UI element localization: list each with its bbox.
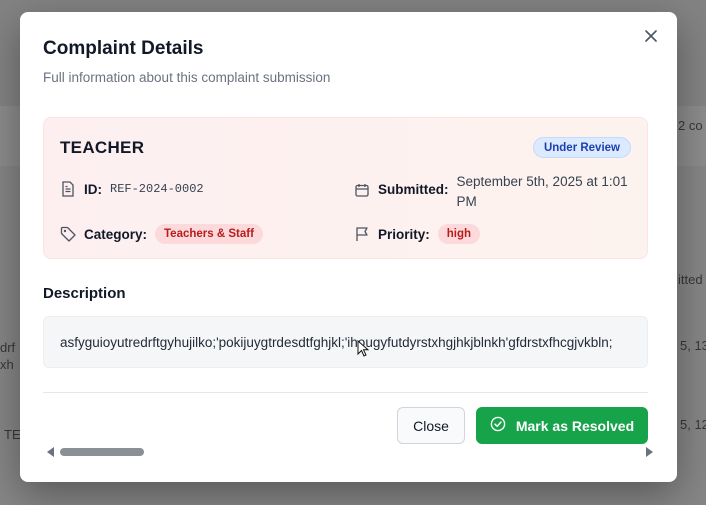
scroll-left-icon[interactable] [47,447,54,457]
mouse-cursor-icon [357,339,370,363]
scroll-right-icon[interactable] [646,447,653,457]
horizontal-scrollbar[interactable] [43,445,653,459]
category-chip: Teachers & Staff [155,224,263,244]
close-button[interactable]: Close [397,407,465,444]
document-icon [60,181,76,197]
flag-icon [354,226,370,242]
calendar-icon [354,182,370,198]
mark-as-resolved-button[interactable]: Mark as Resolved [476,407,648,444]
mark-as-resolved-label: Mark as Resolved [515,417,635,434]
id-label: ID: [84,181,102,197]
complaint-info-card: TEACHER Under Review ID: REF-2024-0002 S… [43,117,648,259]
priority-chip: high [437,224,481,244]
id-value: REF-2024-0002 [110,182,204,196]
description-heading: Description [43,285,126,302]
footer-divider [43,392,648,393]
priority-label: Priority: [378,226,430,242]
complaint-details-dialog: Complaint Details Full information about… [20,12,677,482]
description-box: asfyguioyutredrftgyhujilko;'pokijuygtrde… [43,316,648,368]
submitted-label: Submitted: [378,182,449,197]
tag-icon [60,226,76,242]
dialog-title: Complaint Details [43,38,204,59]
dialog-subtitle: Full information about this complaint su… [43,70,331,85]
category-label: Category: [84,226,148,242]
close-icon[interactable] [641,26,661,46]
submitted-field: Submitted: September 5th, 2025 at 1:01 P… [354,172,647,212]
submitted-value: September 5th, 2025 at 1:01 PM [456,174,628,209]
priority-field: Priority: high [354,224,481,244]
scrollbar-thumb[interactable] [60,448,144,456]
category-field: Category: Teachers & Staff [60,224,263,244]
description-text: asfyguioyutredrftgyhujilko;'pokijuygtrde… [60,335,613,350]
complainant-role: TEACHER [60,138,145,157]
check-circle-icon [490,416,506,435]
id-field: ID: REF-2024-0002 [60,181,204,197]
status-badge: Under Review [532,137,631,158]
